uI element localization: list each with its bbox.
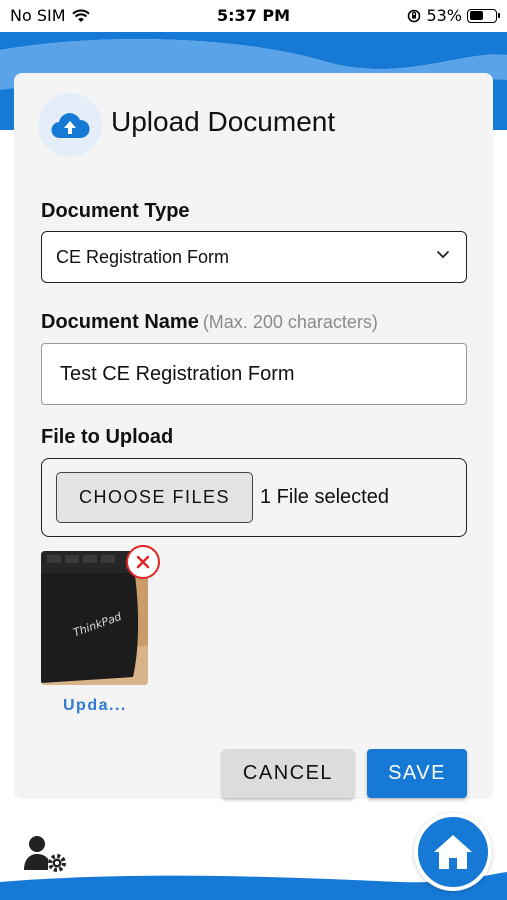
dialog-title: Upload Document [111,106,336,137]
cancel-button[interactable]: CANCEL [222,749,354,798]
user-settings-icon [24,836,66,872]
profile-settings-button[interactable] [22,832,72,876]
battery-group: 53% [407,6,500,25]
document-name-value: Test CE Registration Form [60,362,295,385]
upload-dialog: Upload Document Document Type CE Registr… [14,73,493,799]
choose-files-button[interactable]: CHOOSE FILES [56,472,253,523]
remove-file-button[interactable] [126,545,160,579]
file-upload-field: CHOOSE FILES 1 File selected [41,458,467,537]
thumbnail-caption[interactable]: Upda... [63,697,127,715]
chevron-down-icon [436,250,450,259]
home-icon [434,835,472,869]
file-selected-status: 1 File selected [260,486,389,508]
home-button[interactable] [414,813,492,891]
close-icon [136,555,150,569]
battery-icon [467,8,500,23]
battery-level [469,11,483,20]
document-type-value: CE Registration Form [56,246,230,267]
document-name-hint: (Max. 200 characters) [202,312,378,332]
save-button[interactable]: SAVE [367,749,467,798]
cloud-upload-icon [38,93,102,157]
document-type-label: Document Type [41,200,190,222]
status-bar: No SIM 5:37 PM 53% [0,0,507,32]
document-name-label: Document Name (Max. 200 characters) [41,311,378,334]
document-type-select[interactable]: CE Registration Form [41,231,467,283]
orientation-lock-icon [408,9,421,22]
document-name-input[interactable]: Test CE Registration Form [41,343,467,405]
file-upload-label: File to Upload [41,426,174,448]
battery-percent: 53% [426,6,462,25]
document-name-label-text: Document Name [41,311,199,333]
